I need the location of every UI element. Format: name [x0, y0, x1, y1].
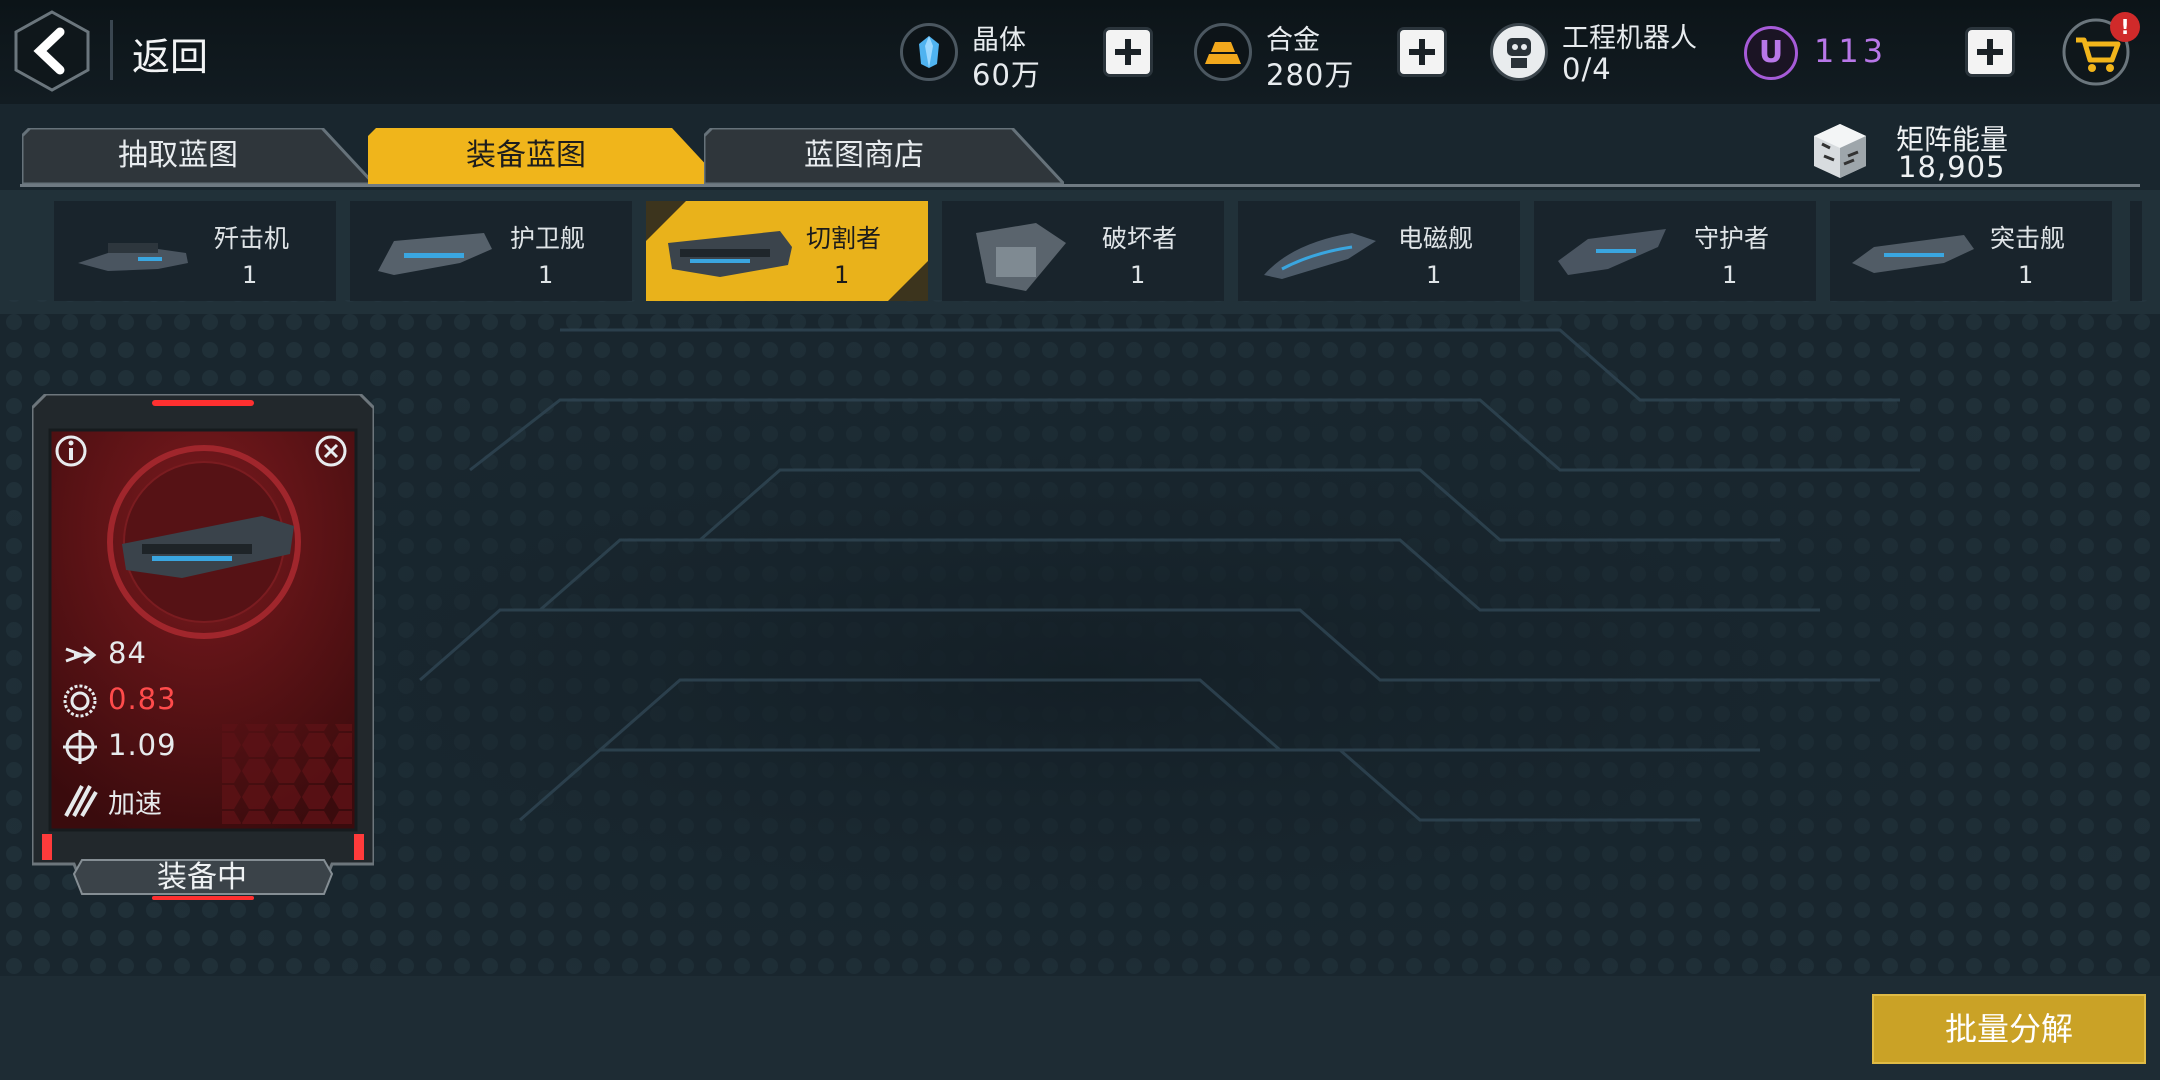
bulk-decompose-button[interactable]: 批量分解 — [1872, 994, 2146, 1064]
cart-notification-badge: ! — [2110, 12, 2140, 42]
add-premium-currency-button[interactable] — [1968, 30, 2012, 74]
stat-fire-rate-value: 0.83 — [108, 682, 177, 716]
speed-arrow-icon — [62, 637, 98, 673]
destroyer-ship-icon — [976, 223, 1066, 291]
tab-equip-blueprint[interactable]: 装备蓝图 — [368, 128, 724, 184]
cutter-ship-icon — [668, 231, 792, 277]
ship-count: 1 — [834, 261, 850, 289]
close-icon — [315, 435, 347, 467]
matrix-energy-value: 18,905 — [1898, 150, 2006, 184]
stat-accuracy-value: 1.09 — [108, 728, 177, 762]
ship-count: 1 — [1130, 261, 1146, 289]
stat-speed-value: 84 — [108, 636, 147, 670]
ship-card-fighter[interactable]: 歼击机 1 — [54, 201, 336, 301]
fire-rate-icon — [62, 683, 98, 719]
fighter-ship-icon — [78, 243, 188, 271]
ship-count: 1 — [242, 261, 258, 289]
tab-draw-blueprint[interactable]: 抽取蓝图 — [22, 128, 374, 184]
add-crystal-button[interactable] — [1106, 30, 1150, 74]
info-button[interactable] — [54, 434, 88, 468]
back-label[interactable]: 返回 — [132, 26, 208, 81]
robot-icon — [1490, 23, 1548, 81]
equipped-status-label: 装备中 — [157, 860, 247, 895]
ship-name: 电磁舰 — [1398, 224, 1474, 253]
tab-blueprint-shop-label: 蓝图商店 — [804, 138, 924, 173]
matrix-energy-icon — [1808, 120, 1872, 182]
robot-label: 工程机器人 — [1562, 23, 1697, 54]
robot-value: 0/4 — [1562, 52, 1612, 86]
premium-currency-icon: U — [1744, 26, 1798, 80]
crosshair-icon — [62, 729, 98, 765]
tab-underline — [20, 184, 2140, 187]
ship-name: 切割者 — [806, 224, 882, 253]
ship-card-destroyer[interactable]: 破坏者 1 — [942, 201, 1224, 301]
info-icon — [55, 435, 87, 467]
alloy-value: 280万 — [1266, 58, 1355, 92]
back-divider — [110, 20, 113, 80]
guardian-ship-icon — [1558, 229, 1666, 275]
ship-card-guardian[interactable]: 守护者 1 — [1534, 201, 1816, 301]
ship-count: 1 — [1426, 261, 1442, 289]
ship-name: 守护者 — [1694, 224, 1770, 253]
back-button[interactable] — [14, 10, 90, 92]
ship-count: 1 — [538, 261, 554, 289]
boost-icon — [62, 782, 98, 818]
tab-equip-blueprint-label: 装备蓝图 — [466, 138, 586, 173]
stat-boost-label: 加速 — [108, 789, 162, 820]
emp-ship-icon — [1264, 233, 1376, 279]
ship-name: 破坏者 — [1102, 224, 1178, 253]
ship-card-emp[interactable]: 电磁舰 1 — [1238, 201, 1520, 301]
crystal-value: 60万 — [972, 58, 1041, 92]
unequip-close-button[interactable] — [314, 434, 348, 468]
ship-card-escort[interactable]: 护卫舰 1 — [350, 201, 632, 301]
escort-ship-icon — [378, 233, 492, 275]
ship-name: 突击舰 — [1990, 224, 2066, 253]
tab-draw-blueprint-label: 抽取蓝图 — [118, 138, 238, 173]
assault-ship-icon — [1852, 235, 1974, 273]
crystal-icon — [900, 23, 958, 81]
ship-name: 护卫舰 — [510, 224, 586, 253]
tab-blueprint-shop[interactable]: 蓝图商店 — [704, 128, 1064, 184]
add-alloy-button[interactable] — [1400, 30, 1444, 74]
ship-card-cutter[interactable]: 切割者 1 — [646, 201, 928, 301]
ship-card-assault[interactable]: 突击舰 1 — [1830, 201, 2112, 301]
ship-count: 1 — [1722, 261, 1738, 289]
premium-currency-value: 113 — [1814, 32, 1888, 70]
alloy-icon — [1194, 23, 1252, 81]
ship-name: 歼击机 — [214, 224, 290, 253]
ship-count: 1 — [2018, 261, 2034, 289]
ship-card-overflow — [2130, 201, 2142, 301]
